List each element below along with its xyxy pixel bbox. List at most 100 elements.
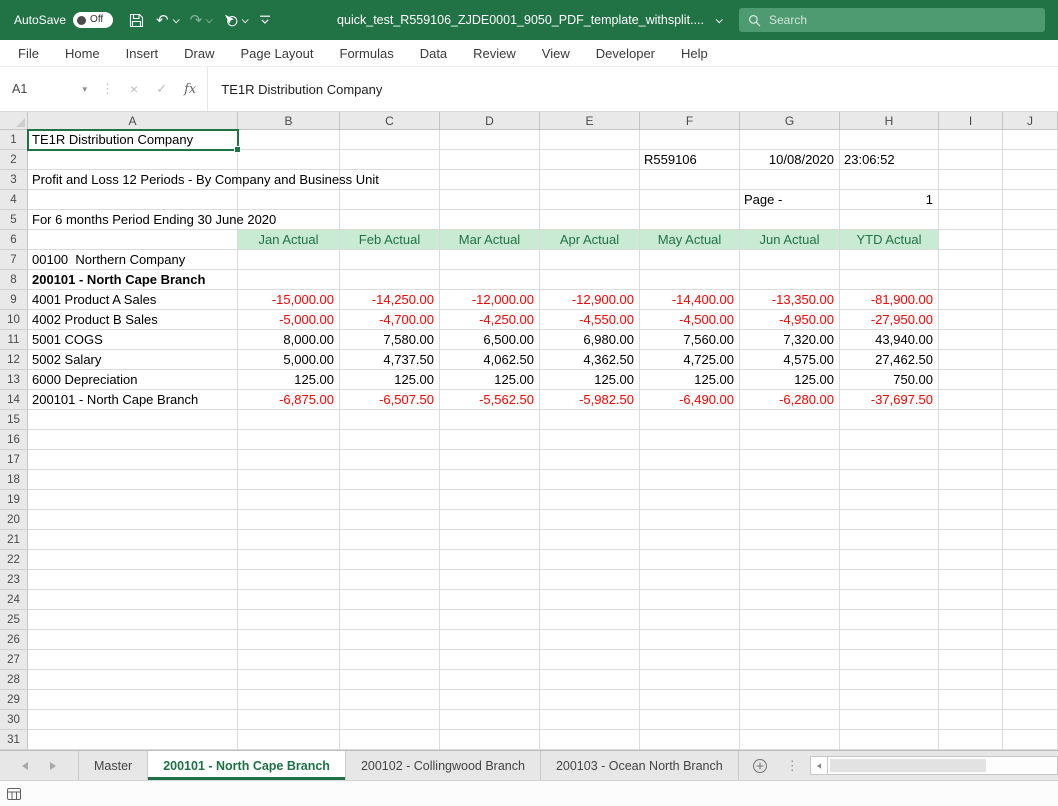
cell-E1[interactable] <box>540 130 640 150</box>
menu-tab-developer[interactable]: Developer <box>583 40 668 66</box>
cell-D3[interactable] <box>440 170 540 190</box>
cell-I30[interactable] <box>939 710 1003 730</box>
cell-I18[interactable] <box>939 470 1003 490</box>
row-header-7[interactable]: 7 <box>0 250 28 270</box>
cell-J26[interactable] <box>1003 630 1058 650</box>
cell-A3[interactable]: Profit and Loss 12 Periods - By Company … <box>28 170 238 190</box>
cell-B14[interactable]: -6,875.00 <box>238 390 340 410</box>
cell-G23[interactable] <box>740 570 840 590</box>
cell-B30[interactable] <box>238 710 340 730</box>
cell-E23[interactable] <box>540 570 640 590</box>
menu-tab-formulas[interactable]: Formulas <box>327 40 407 66</box>
cell-C9[interactable]: -14,250.00 <box>340 290 440 310</box>
cell-G24[interactable] <box>740 590 840 610</box>
cell-J28[interactable] <box>1003 670 1058 690</box>
cell-D10[interactable]: -4,250.00 <box>440 310 540 330</box>
cell-G17[interactable] <box>740 450 840 470</box>
row-header-20[interactable]: 20 <box>0 510 28 530</box>
cell-D29[interactable] <box>440 690 540 710</box>
cell-J16[interactable] <box>1003 430 1058 450</box>
cell-B7[interactable] <box>238 250 340 270</box>
cell-H19[interactable] <box>840 490 939 510</box>
cell-I16[interactable] <box>939 430 1003 450</box>
column-header-A[interactable]: A <box>28 112 238 130</box>
cell-F28[interactable] <box>640 670 740 690</box>
cell-H24[interactable] <box>840 590 939 610</box>
autosave-toggle[interactable]: Off <box>73 12 113 28</box>
cell-G6[interactable]: Jun Actual <box>740 230 840 250</box>
formula-content[interactable]: TE1R Distribution Company <box>207 67 1058 111</box>
cell-B21[interactable] <box>238 530 340 550</box>
cell-J4[interactable] <box>1003 190 1058 210</box>
cell-I22[interactable] <box>939 550 1003 570</box>
cell-A7[interactable]: 00100 Northern Company <box>28 250 238 270</box>
cell-H25[interactable] <box>840 610 939 630</box>
cell-C19[interactable] <box>340 490 440 510</box>
cell-A8[interactable]: 200101 - North Cape Branch <box>28 270 238 290</box>
cell-H23[interactable] <box>840 570 939 590</box>
cell-J15[interactable] <box>1003 410 1058 430</box>
row-header-9[interactable]: 9 <box>0 290 28 310</box>
cell-F1[interactable] <box>640 130 740 150</box>
cell-H15[interactable] <box>840 410 939 430</box>
cell-D25[interactable] <box>440 610 540 630</box>
cell-I23[interactable] <box>939 570 1003 590</box>
cell-E4[interactable] <box>540 190 640 210</box>
cell-F31[interactable] <box>640 730 740 750</box>
document-title[interactable]: quick_test_R559106_ZJDE0001_9050_PDF_tem… <box>337 13 721 27</box>
cell-I8[interactable] <box>939 270 1003 290</box>
cell-I6[interactable] <box>939 230 1003 250</box>
cell-I20[interactable] <box>939 510 1003 530</box>
row-header-24[interactable]: 24 <box>0 590 28 610</box>
search-box[interactable] <box>739 8 1045 32</box>
cell-F17[interactable] <box>640 450 740 470</box>
cell-J24[interactable] <box>1003 590 1058 610</box>
cell-C14[interactable]: -6,507.50 <box>340 390 440 410</box>
cell-F8[interactable] <box>640 270 740 290</box>
chevron-down-icon[interactable]: ▾ <box>82 84 87 95</box>
cell-E29[interactable] <box>540 690 640 710</box>
cell-B8[interactable] <box>238 270 340 290</box>
cell-J23[interactable] <box>1003 570 1058 590</box>
cell-G2[interactable]: 10/08/2020 <box>740 150 840 170</box>
cell-B20[interactable] <box>238 510 340 530</box>
cell-F16[interactable] <box>640 430 740 450</box>
row-header-15[interactable]: 15 <box>0 410 28 430</box>
cell-F14[interactable]: -6,490.00 <box>640 390 740 410</box>
cell-H3[interactable] <box>840 170 939 190</box>
cell-F6[interactable]: May Actual <box>640 230 740 250</box>
cell-G1[interactable] <box>740 130 840 150</box>
cell-J27[interactable] <box>1003 650 1058 670</box>
menu-tab-data[interactable]: Data <box>407 40 460 66</box>
cell-G31[interactable] <box>740 730 840 750</box>
cell-A4[interactable] <box>28 190 238 210</box>
cell-D26[interactable] <box>440 630 540 650</box>
cell-J18[interactable] <box>1003 470 1058 490</box>
cell-C22[interactable] <box>340 550 440 570</box>
cell-E10[interactable]: -4,550.00 <box>540 310 640 330</box>
cell-H29[interactable] <box>840 690 939 710</box>
cell-B9[interactable]: -15,000.00 <box>238 290 340 310</box>
cell-F4[interactable] <box>640 190 740 210</box>
cell-E6[interactable]: Apr Actual <box>540 230 640 250</box>
cell-D21[interactable] <box>440 530 540 550</box>
cell-F18[interactable] <box>640 470 740 490</box>
cell-F25[interactable] <box>640 610 740 630</box>
cell-J3[interactable] <box>1003 170 1058 190</box>
cell-B22[interactable] <box>238 550 340 570</box>
cell-D7[interactable] <box>440 250 540 270</box>
menu-tab-help[interactable]: Help <box>668 40 721 66</box>
cell-D17[interactable] <box>440 450 540 470</box>
cell-H5[interactable] <box>840 210 939 230</box>
cell-F13[interactable]: 125.00 <box>640 370 740 390</box>
cell-J25[interactable] <box>1003 610 1058 630</box>
row-header-29[interactable]: 29 <box>0 690 28 710</box>
cell-I11[interactable] <box>939 330 1003 350</box>
cell-E17[interactable] <box>540 450 640 470</box>
cell-J9[interactable] <box>1003 290 1058 310</box>
cell-I15[interactable] <box>939 410 1003 430</box>
cell-J1[interactable] <box>1003 130 1058 150</box>
cell-A15[interactable] <box>28 410 238 430</box>
new-sheet-button[interactable] <box>739 751 781 780</box>
cell-H10[interactable]: -27,950.00 <box>840 310 939 330</box>
